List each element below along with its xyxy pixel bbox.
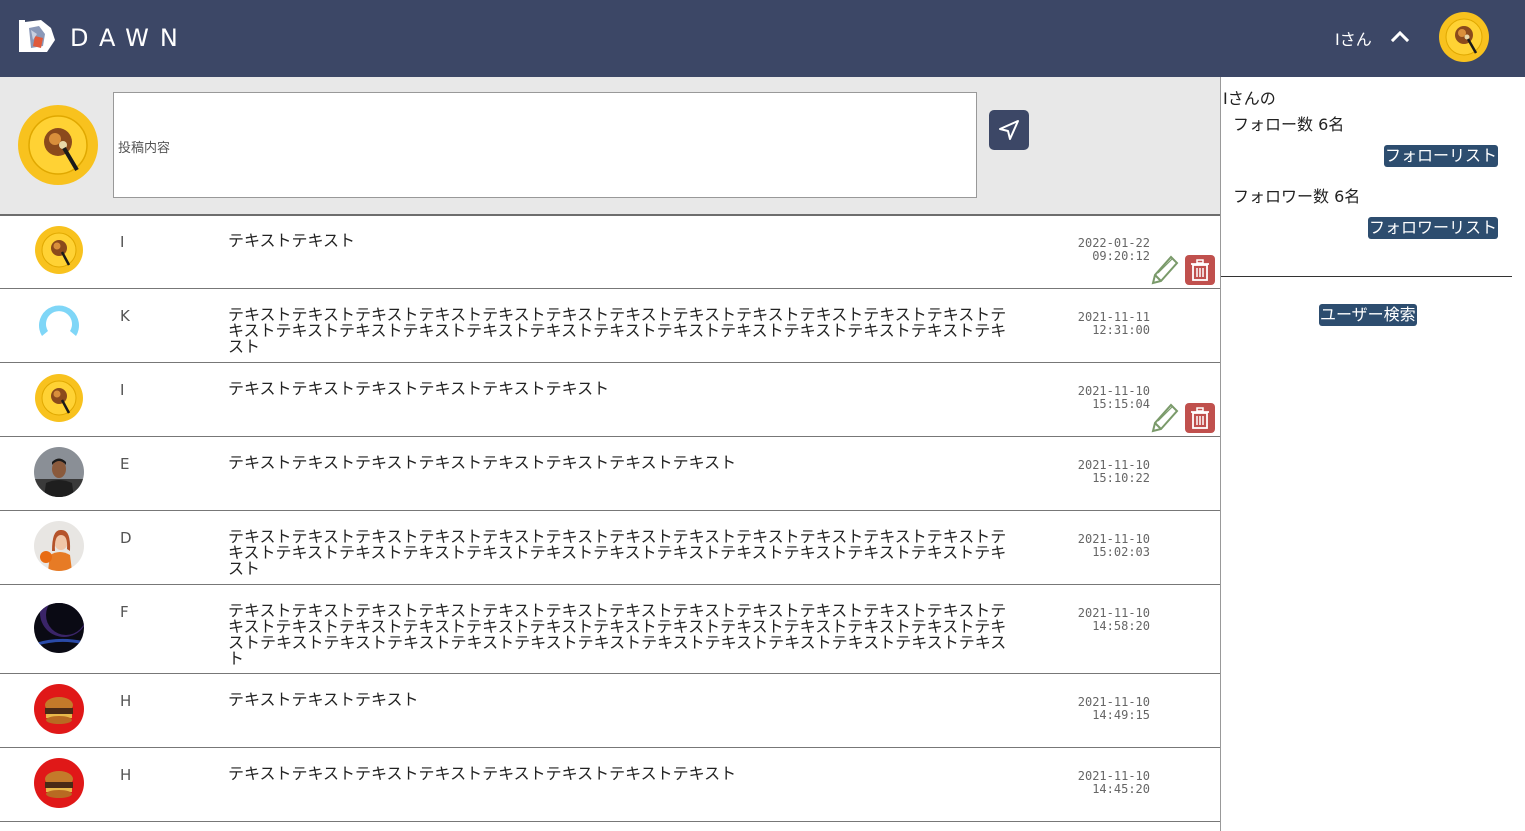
post-composer — [0, 77, 1220, 216]
post-username: E — [120, 455, 130, 473]
post-username: F — [120, 603, 129, 621]
post-text: テキストテキストテキスト — [228, 690, 419, 709]
pencil-icon[interactable] — [1149, 401, 1179, 435]
post-timestamp: 2021-11-10 14:49:15 — [1050, 696, 1150, 722]
post-clock: 12:31:00 — [1092, 323, 1150, 337]
post-item: H テキストテキストテキスト 2021-11-10 14:49:15 — [0, 674, 1220, 748]
post-avatar[interactable] — [34, 758, 84, 808]
sidebar: Iさんの フォロー数 6名 フォローリスト フォロワー数 6名 フォロワーリスト… — [1220, 77, 1525, 831]
post-item: F テキストテキストテキストテキストテキストテキストテキストテキストテキストテキ… — [0, 585, 1220, 674]
trash-icon — [1191, 259, 1209, 281]
post-clock: 15:15:04 — [1092, 397, 1150, 411]
post-username: H — [120, 692, 132, 710]
post-text: テキストテキスト — [228, 231, 356, 250]
post-avatar[interactable] — [34, 684, 84, 734]
post-text: テキストテキストテキストテキストテキストテキストテキストテキスト — [228, 764, 737, 783]
user-avatar[interactable] — [1438, 11, 1490, 63]
user-search-button[interactable]: ユーザー検索 — [1319, 304, 1417, 326]
post-timestamp: 2021-11-10 14:58:20 — [1050, 607, 1150, 633]
post-content-input[interactable] — [113, 92, 977, 198]
sidebar-divider — [1221, 276, 1512, 277]
post-username: H — [120, 766, 132, 784]
top-header: DAWN Iさん — [0, 0, 1525, 77]
post-avatar[interactable] — [34, 373, 84, 423]
post-item: K テキストテキストテキストテキストテキストテキストテキストテキストテキストテキ… — [0, 289, 1220, 363]
post-item: I テキストテキストテキストテキストテキストテキスト 2021-11-10 15… — [0, 363, 1220, 437]
post-avatar[interactable] — [34, 299, 84, 349]
post-clock: 14:49:15 — [1092, 708, 1150, 722]
composer-avatar — [18, 105, 98, 185]
post-timestamp: 2021-11-10 15:15:04 — [1050, 385, 1150, 411]
post-avatar[interactable] — [34, 521, 84, 571]
post-item: H テキストテキストテキストテキストテキストテキストテキストテキスト 2021-… — [0, 748, 1220, 822]
app-name: DAWN — [70, 24, 189, 52]
delete-button[interactable] — [1185, 255, 1215, 285]
post-avatar[interactable] — [34, 447, 84, 497]
post-clock: 15:10:22 — [1092, 471, 1150, 485]
post-timestamp: 2021-11-10 15:02:03 — [1050, 533, 1150, 559]
post-clock: 15:02:03 — [1092, 545, 1150, 559]
follower-list-button[interactable]: フォロワーリスト — [1367, 217, 1498, 239]
chevron-up-icon[interactable] — [1388, 26, 1412, 46]
post-timestamp: 2021-11-10 15:10:22 — [1050, 459, 1150, 485]
pencil-icon[interactable] — [1149, 253, 1179, 287]
timeline: I テキストテキスト 2022-01-22 09:20:12 K テキストテキス… — [0, 215, 1220, 822]
send-button[interactable] — [989, 110, 1029, 150]
post-username: I — [120, 381, 125, 399]
post-clock: 09:20:12 — [1092, 249, 1150, 263]
post-avatar[interactable] — [34, 225, 84, 275]
post-text: テキストテキストテキストテキストテキストテキストテキストテキストテキストテキスト… — [228, 527, 1007, 578]
post-item: I テキストテキスト 2022-01-22 09:20:12 — [0, 215, 1220, 289]
post-avatar[interactable] — [34, 603, 84, 653]
follow-list-button[interactable]: フォローリスト — [1383, 145, 1498, 167]
post-clock: 14:58:20 — [1092, 619, 1150, 633]
post-username: I — [120, 233, 125, 251]
post-username: K — [120, 307, 130, 325]
post-item: D テキストテキストテキストテキストテキストテキストテキストテキストテキストテキ… — [0, 511, 1220, 585]
trash-icon — [1191, 407, 1209, 429]
post-timestamp: 2021-11-10 14:45:20 — [1050, 770, 1150, 796]
post-text: テキストテキストテキストテキストテキストテキストテキストテキスト — [228, 453, 737, 472]
post-text: テキストテキストテキストテキストテキストテキストテキストテキストテキストテキスト… — [228, 305, 1007, 356]
post-timestamp: 2021-11-11 12:31:00 — [1050, 311, 1150, 337]
send-icon — [999, 120, 1019, 140]
follower-count: フォロワー数 6名 — [1233, 187, 1361, 206]
post-text: テキストテキストテキストテキストテキストテキスト — [228, 379, 610, 398]
dawn-logo[interactable] — [17, 18, 57, 54]
sidebar-owner-label: Iさんの — [1223, 89, 1276, 108]
post-text: テキストテキストテキストテキストテキストテキストテキストテキストテキストテキスト… — [228, 601, 1007, 668]
post-username: D — [120, 529, 132, 547]
current-user-name[interactable]: Iさん — [1335, 26, 1372, 50]
delete-button[interactable] — [1185, 403, 1215, 433]
follow-count: フォロー数 6名 — [1233, 115, 1345, 134]
post-item: E テキストテキストテキストテキストテキストテキストテキストテキスト 2021-… — [0, 437, 1220, 511]
post-timestamp: 2022-01-22 09:20:12 — [1050, 237, 1150, 263]
post-clock: 14:45:20 — [1092, 782, 1150, 796]
